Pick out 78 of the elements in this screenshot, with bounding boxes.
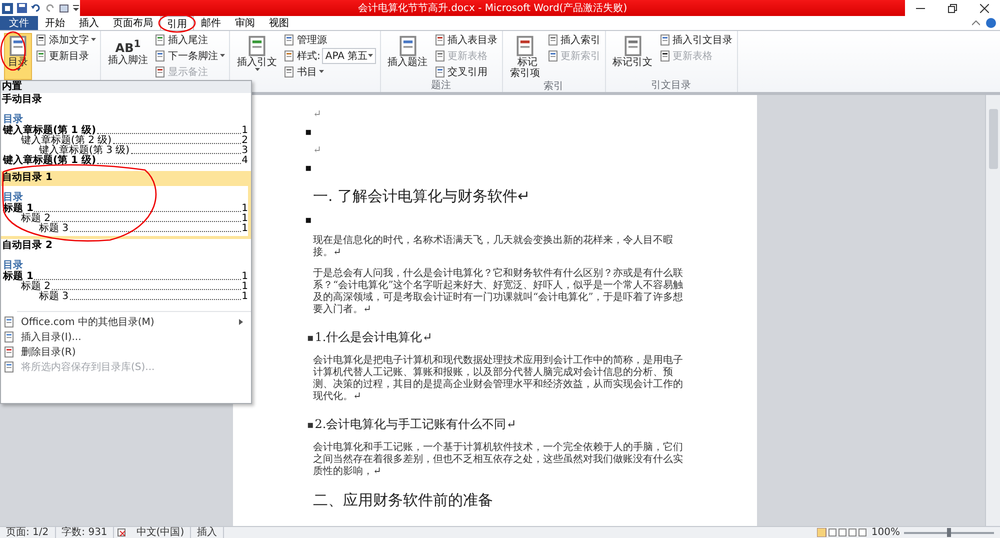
ribbon-button[interactable]: 插入表目录	[434, 33, 498, 47]
zoom-level: 100%	[871, 527, 900, 538]
ribbon-button[interactable]: 插入尾注	[154, 33, 225, 47]
style-label: 样式:	[297, 50, 320, 63]
heading: 二、应用财务软件前的准备	[313, 491, 494, 510]
ribbon-tab[interactable]: 引用	[160, 16, 194, 30]
preview-heading: 目录	[3, 192, 24, 203]
toc-entry: 标题 1	[3, 272, 34, 282]
ribbon-button[interactable]: 书目	[283, 65, 376, 79]
bullet: ▪	[307, 420, 314, 431]
subheading: 1.什么是会计电算化↵	[314, 329, 432, 346]
style-select[interactable]: APA 第五	[322, 48, 376, 64]
page-count: 页面: 1/2	[0, 527, 56, 538]
ribbon-tab[interactable]: 插入	[72, 16, 106, 30]
window-title: 会计电算化节节高升.docx - Microsoft Word(产品激活失败)	[358, 2, 628, 15]
menu-item[interactable]: 插入目录(I)...	[21, 330, 251, 344]
page-number: 1	[242, 272, 248, 282]
heading: 一. 了解会计电算化与财务软件↵	[313, 187, 532, 206]
preview-heading: 目录	[3, 260, 24, 271]
paragraph: 会计电算化是把电子计算机和现代数据处理技术应用到会计工作中的简称，是用电子计算机代替人工记账、算账和报账，以及部分代替人脑完成对会计信息的分析、预测、决策的过程，其目的是提高企业财会管理水平和经济效益，从而实现会计工作的现代化。↵	[313, 355, 684, 403]
menu-section-header: 内置	[1, 81, 251, 93]
toc-entry: 键入章标题(第 1 级)	[3, 126, 96, 136]
page-number: 1	[242, 224, 248, 234]
page-number: 4	[242, 156, 248, 166]
page-number: 1	[242, 126, 248, 136]
page-number: 2	[242, 136, 248, 146]
toc-entry: 键入章标题(第 3 级)	[39, 146, 130, 156]
ribbon-button[interactable]: 更新目录	[35, 49, 96, 63]
ribbon-button[interactable]: 插入引文目录	[658, 33, 733, 47]
bullet: ▪	[305, 163, 312, 174]
bullet: ▪	[305, 215, 312, 226]
ribbon-tab[interactable]: 审阅	[228, 16, 262, 30]
preview-heading: 目录	[3, 114, 23, 125]
group-label: 题注	[430, 80, 452, 92]
ribbon-button[interactable]: 下一条脚注	[154, 49, 225, 63]
gallery-item-title: 自动目录 2	[1, 240, 54, 252]
group-label: 引文目录	[650, 80, 692, 92]
ribbon-tab[interactable]: 邮件	[194, 16, 228, 30]
gallery-item-title: 手动目录	[1, 94, 43, 106]
group-label: 索引	[542, 81, 565, 93]
ribbon-button[interactable]: 管理源	[283, 33, 376, 47]
toc-entry: 键入章标题(第 1 级)	[3, 156, 96, 166]
ribbon-button[interactable]: 插入索引	[546, 33, 601, 47]
menu-item[interactable]: Office.com 中的其他目录(M)	[21, 314, 233, 328]
menu-item[interactable]: 删除目录(R)	[21, 344, 251, 358]
toc-entry: 标题 2	[21, 214, 51, 224]
toc-entry: 标题 3	[39, 224, 69, 234]
ribbon-button[interactable]: 标记索引项	[506, 33, 544, 81]
page-number: 3	[242, 146, 248, 156]
ribbon-button[interactable]: 插入引文	[234, 33, 280, 80]
ribbon-button[interactable]: AB$^{1}$ 插入脚注	[105, 33, 151, 80]
footnote-icon: AB$^{1}$	[115, 35, 141, 55]
paragraph-mark: ↵	[313, 109, 322, 120]
paragraph: 会计电算化和手工记账，一个基于计算机软件技术，一个完全依赖于人的手脑，它们之间当然存在着很多差别，但也不乏相互依存之处，这些虽然对我们做账没有什么实质性的影响，↵	[313, 442, 684, 478]
page-number: 1	[242, 204, 248, 214]
bullet: ▪	[307, 333, 314, 344]
page-number: 1	[242, 282, 248, 292]
ribbon-button[interactable]: 添加文字	[35, 33, 96, 47]
ribbon-button[interactable]: 标记引文	[610, 33, 656, 80]
toc-entry: 标题 2	[21, 282, 51, 292]
word-count: 字数: 931	[56, 527, 114, 538]
paragraph: 于是总会有人问我，什么是会计电算化？它和财务软件有什么区别？亦或是有什么联系？“会计电算化”这个名字听起来好大、好宽泛、好吓人，似乎是一个常人不容易触及的高深领域，可是考取会计证时有一门功课就叫“会计电算化”，于是吓着了许多想要入门者。↵	[313, 268, 684, 316]
paragraph-mark: ↵	[313, 145, 322, 156]
ribbon-button[interactable]: 交叉引用	[434, 65, 498, 79]
insert-mode: 插入	[191, 527, 224, 538]
paragraph: 现在是信息化的时代，名称术语满天飞，几天就会变换出新的花样来，令人目不暇接。↵	[313, 235, 674, 259]
page-number: 1	[242, 292, 248, 302]
bullet: ▪	[305, 127, 312, 138]
subheading: 2.会计电算化与手工记账有什么不同↵	[314, 416, 516, 433]
toc-entry: 标题 3	[39, 292, 69, 302]
page-number: 1	[242, 214, 248, 224]
ribbon-tab[interactable]: 视图	[262, 16, 296, 30]
ribbon-tab[interactable]: 文件	[0, 16, 38, 30]
language: 中文(中国)	[130, 527, 192, 538]
ribbon-button[interactable]: 插入题注	[384, 33, 431, 80]
toc-entry: 键入章标题(第 2 级)	[21, 136, 112, 146]
ribbon-tab[interactable]: 页面布局	[106, 16, 160, 30]
ribbon-tab[interactable]: 开始	[38, 16, 72, 30]
